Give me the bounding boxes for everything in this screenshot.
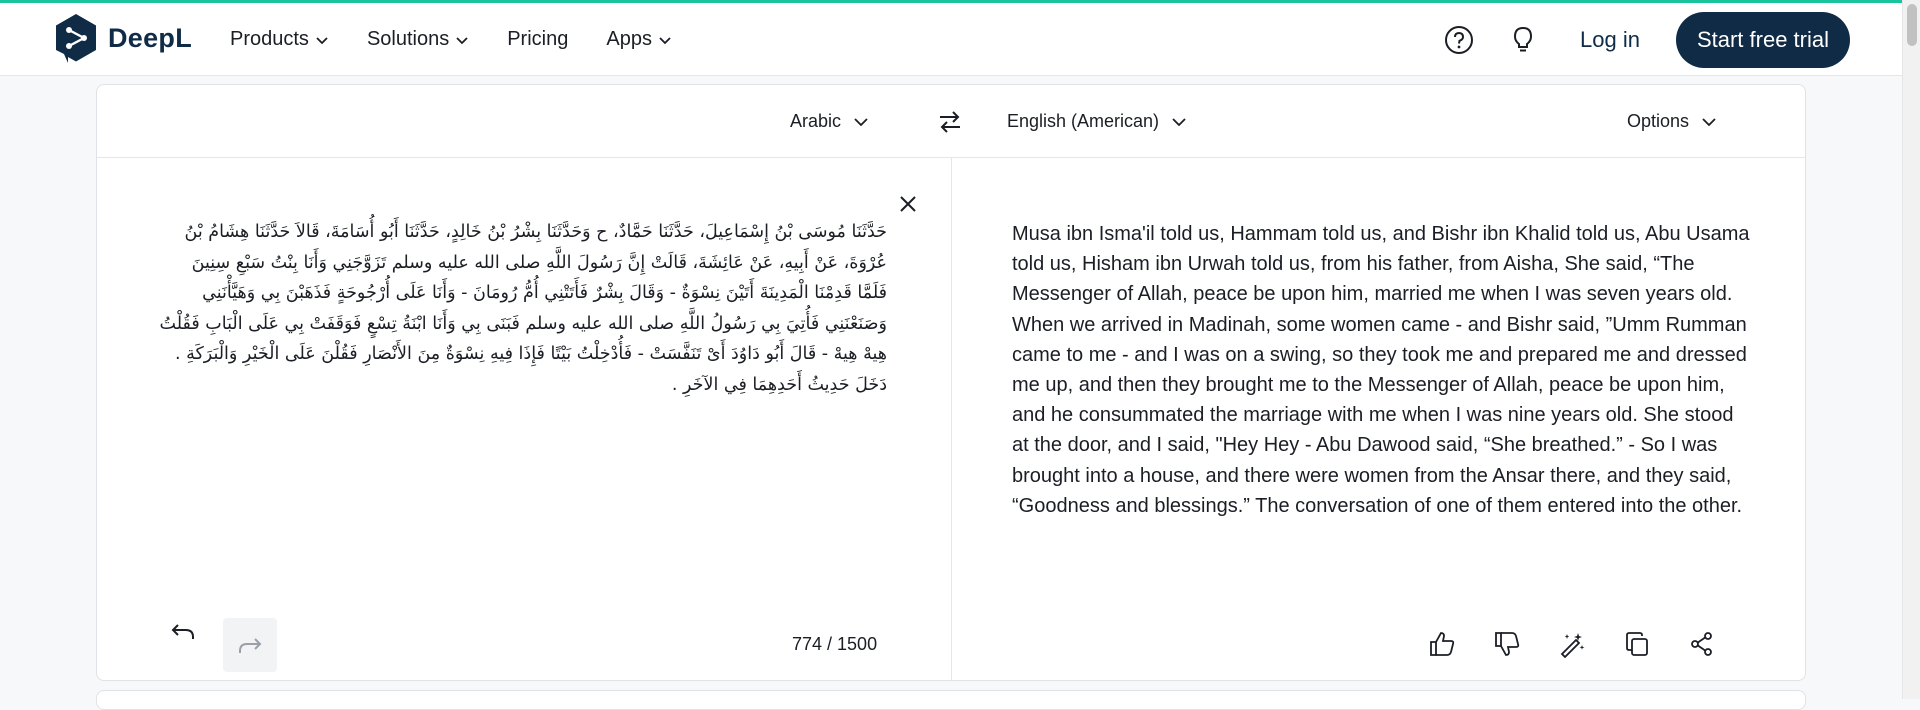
chevron-down-icon: [1172, 117, 1186, 126]
improve-button[interactable]: [1554, 626, 1590, 662]
deepl-logo[interactable]: DeepL: [54, 13, 192, 63]
share-icon: [1691, 632, 1712, 656]
swap-arrows-icon[interactable]: [935, 107, 965, 137]
source-language-select[interactable]: Arabic: [790, 111, 869, 132]
undo-icon: [171, 624, 194, 639]
chevron-down-icon: [854, 117, 868, 126]
help-circle-icon: [1445, 26, 1473, 54]
source-language-label: Arabic: [790, 111, 842, 131]
nav-apps[interactable]: Apps: [606, 28, 672, 51]
tips-button[interactable]: [1506, 23, 1540, 57]
like-button[interactable]: [1424, 626, 1460, 662]
copy-button[interactable]: [1619, 626, 1655, 662]
lightbulb-icon: [1513, 26, 1533, 52]
target-language-select[interactable]: English (American): [1007, 111, 1187, 132]
dislike-button[interactable]: [1489, 626, 1525, 662]
nav-pricing-label: Pricing: [507, 28, 569, 50]
translation-actions: [1424, 626, 1749, 662]
redo-icon: [239, 638, 262, 653]
source-text-input[interactable]: حَدَّثَنَا مُوسَى بْنُ إِسْمَاعِيلَ، حَد…: [157, 217, 887, 400]
nav-solutions-label: Solutions: [366, 28, 450, 50]
page-scrollbar[interactable]: [1902, 0, 1920, 699]
deepl-logo-icon: [56, 14, 96, 63]
chevron-down-icon: [1702, 117, 1716, 126]
thumbs-up-icon: [1430, 632, 1455, 656]
nav-products[interactable]: Products: [230, 28, 329, 51]
help-button[interactable]: [1442, 23, 1476, 57]
nav-right-group: Log in Start free trial: [1442, 12, 1850, 68]
target-language-label: English (American): [1007, 111, 1160, 131]
redo-button[interactable]: [223, 618, 277, 672]
nav-apps-label: Apps: [606, 28, 652, 50]
lower-card-edge: [96, 690, 1806, 710]
nav-products-label: Products: [230, 28, 309, 50]
login-link[interactable]: Log in: [1580, 27, 1640, 53]
translation-output[interactable]: Musa ibn Isma'il told us, Hammam told us…: [1012, 219, 1752, 521]
chevron-down-icon: [456, 36, 468, 44]
panel-divider: [951, 158, 952, 681]
nav-pricing[interactable]: Pricing: [507, 28, 568, 51]
options-label: Options: [1627, 111, 1690, 131]
magic-wand-icon: [1560, 633, 1585, 658]
language-bar: Arabic English (American) Options: [97, 85, 1805, 158]
start-free-trial-button[interactable]: Start free trial: [1675, 12, 1850, 68]
copy-icon: [1626, 632, 1648, 656]
brand-name: DeepL: [108, 22, 193, 53]
chevron-down-icon: [659, 36, 671, 44]
translator-card: Arabic English (American) Options حَدَّث…: [96, 84, 1806, 681]
nav-solutions[interactable]: Solutions: [367, 28, 469, 51]
character-counter: 774 / 1500: [792, 634, 878, 654]
top-navbar: DeepL Products Solutions Pricing Apps Lo…: [0, 3, 1902, 76]
chevron-down-icon: [316, 36, 328, 44]
thumbs-down-icon: [1495, 632, 1520, 656]
close-icon[interactable]: [897, 193, 919, 215]
options-dropdown[interactable]: Options: [1627, 111, 1717, 132]
main-nav: Products Solutions Pricing Apps: [230, 28, 710, 51]
share-button[interactable]: [1684, 626, 1720, 662]
undo-button[interactable]: [167, 615, 199, 647]
scrollbar-thumb[interactable]: [1907, 4, 1917, 46]
